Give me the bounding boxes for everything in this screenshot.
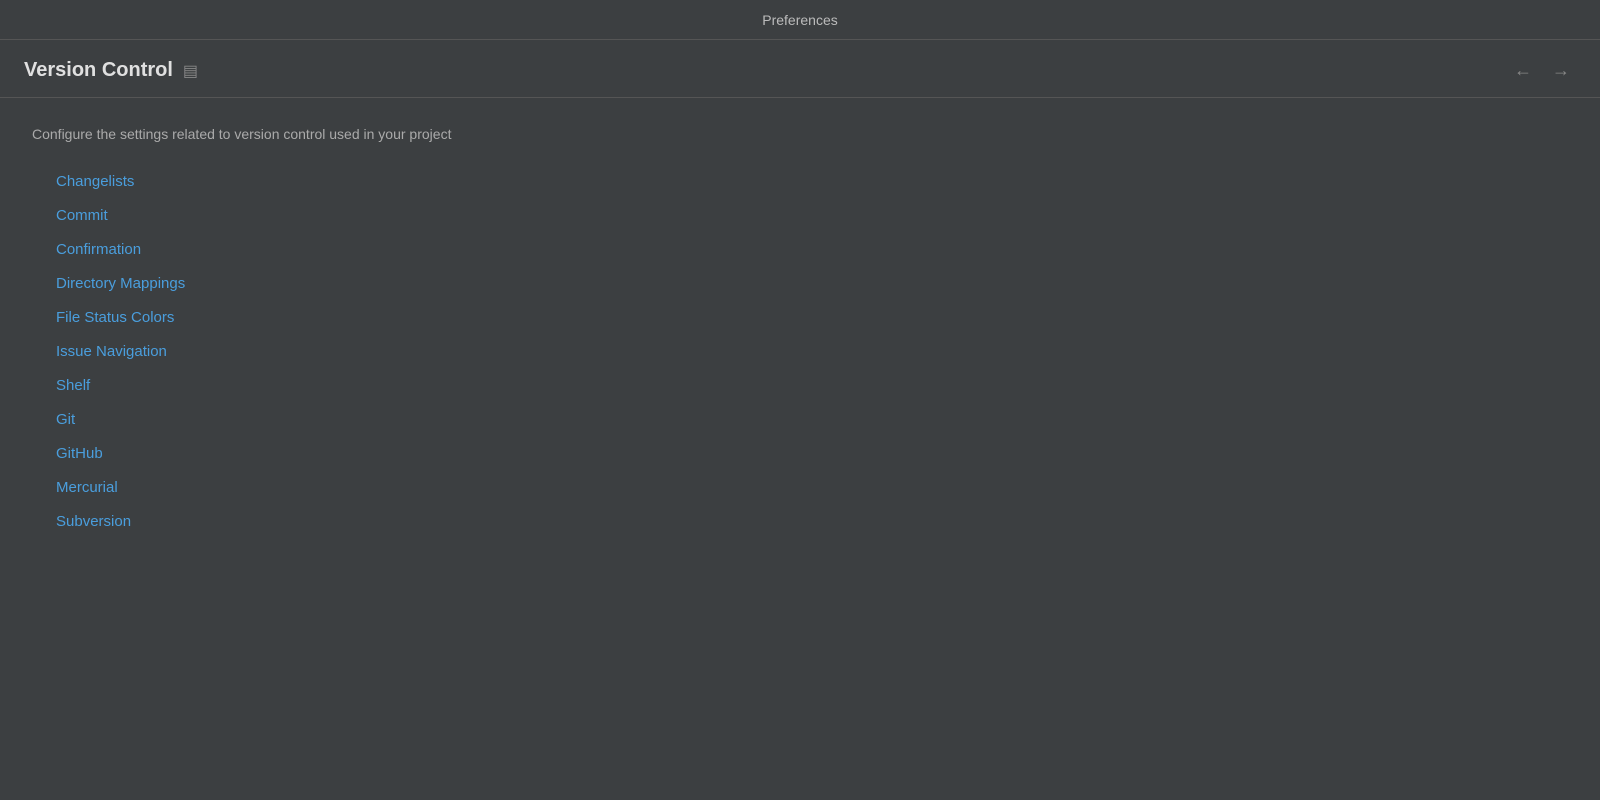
nav-item-subversion[interactable]: Subversion (56, 506, 131, 538)
nav-item-commit[interactable]: Commit (56, 200, 108, 232)
nav-item-github[interactable]: GitHub (56, 438, 103, 470)
list-item: GitHub (56, 438, 1568, 470)
nav-forward-button[interactable]: → (1546, 56, 1576, 85)
nav-item-file-status-colors[interactable]: File Status Colors (56, 302, 174, 334)
title-bar-text: Preferences (762, 12, 837, 28)
header-bar: Version Control ▤ ← → (0, 40, 1600, 98)
nav-back-button[interactable]: ← (1508, 56, 1538, 85)
nav-item-directory-mappings[interactable]: Directory Mappings (56, 268, 185, 300)
layout-icon[interactable]: ▤ (183, 61, 198, 81)
header-left: Version Control ▤ (24, 59, 198, 82)
nav-item-confirmation[interactable]: Confirmation (56, 234, 141, 266)
description-text: Configure the settings related to versio… (32, 126, 1568, 142)
list-item: Issue Navigation (56, 336, 1568, 368)
list-item: Confirmation (56, 234, 1568, 266)
nav-item-changelists[interactable]: Changelists (56, 166, 134, 198)
title-bar: Preferences (0, 0, 1600, 40)
list-item: Shelf (56, 370, 1568, 402)
page-title: Version Control (24, 59, 173, 82)
nav-item-git[interactable]: Git (56, 404, 75, 436)
list-item: Changelists (56, 166, 1568, 198)
list-item: Git (56, 404, 1568, 436)
list-item: Commit (56, 200, 1568, 232)
nav-item-issue-navigation[interactable]: Issue Navigation (56, 336, 167, 368)
list-item: Directory Mappings (56, 268, 1568, 300)
list-item: Mercurial (56, 472, 1568, 504)
list-item: Subversion (56, 506, 1568, 538)
nav-item-mercurial[interactable]: Mercurial (56, 472, 118, 504)
content-area: Configure the settings related to versio… (0, 98, 1600, 566)
nav-buttons: ← → (1508, 56, 1576, 85)
nav-list: ChangelistsCommitConfirmationDirectory M… (56, 166, 1568, 538)
list-item: File Status Colors (56, 302, 1568, 334)
nav-item-shelf[interactable]: Shelf (56, 370, 90, 402)
